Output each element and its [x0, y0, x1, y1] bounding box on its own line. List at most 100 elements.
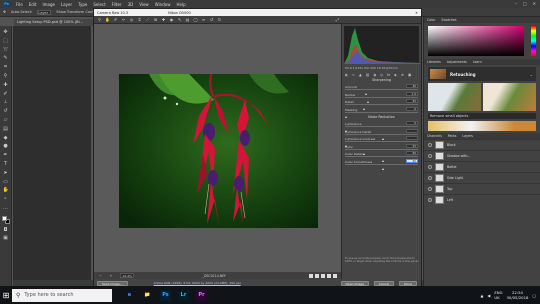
- crop-tool-icon[interactable]: ⌗: [3, 64, 9, 70]
- done-button[interactable]: Done: [399, 280, 417, 286]
- dodge-tool-icon[interactable]: ●: [3, 143, 9, 149]
- slider-value-input[interactable]: 40: [406, 84, 418, 88]
- lens-corrections-icon[interactable]: ◎: [380, 73, 384, 77]
- adjustment-brush-icon[interactable]: ✎: [177, 17, 182, 22]
- tone-curve-icon[interactable]: ∿: [352, 73, 356, 77]
- layer-row[interactable]: Black: [424, 139, 540, 150]
- auto-select-label[interactable]: Auto-Select:: [11, 10, 32, 14]
- graduated-filter-icon[interactable]: ▤: [185, 17, 190, 22]
- auto-select-dropdown[interactable]: Layer: [37, 9, 52, 15]
- rotate-left-icon[interactable]: ↺: [209, 17, 214, 22]
- color-sampler-tool-icon[interactable]: ✑: [121, 17, 126, 22]
- radial-filter-icon[interactable]: ◯: [193, 17, 198, 22]
- volume-icon[interactable]: ◀: [487, 293, 490, 298]
- history-brush-tool-icon[interactable]: ↺: [3, 108, 9, 114]
- windows-start-icon[interactable]: ⊞: [0, 286, 12, 304]
- language-indicator[interactable]: ENG UK: [494, 290, 502, 300]
- marquee-tool-icon[interactable]: ⬚: [3, 38, 9, 44]
- slider-thumb[interactable]: [381, 167, 384, 170]
- tab-layers[interactable]: Layers: [462, 134, 473, 138]
- white-balance-tool-icon[interactable]: ✐: [113, 17, 118, 22]
- menu-filter[interactable]: Filter: [112, 2, 122, 7]
- toggle-settings-icon[interactable]: [333, 273, 337, 278]
- tab-adjustments[interactable]: Adjustments: [447, 60, 467, 64]
- open-image-button[interactable]: Open Image: [340, 280, 369, 286]
- shape-tool-icon[interactable]: ▭: [3, 179, 9, 185]
- slider-track[interactable]: [345, 111, 418, 118]
- taskbar-search[interactable]: ⚲ Type here to search: [12, 288, 112, 302]
- slider-track[interactable]: [345, 89, 418, 95]
- view-single-icon[interactable]: [309, 273, 313, 278]
- slider-value-input[interactable]: [406, 128, 418, 133]
- workflow-options-link[interactable]: Adobe RGB (1998); 8 bit; 6000 by 4000 (2…: [154, 281, 241, 285]
- color-picker[interactable]: [428, 26, 536, 56]
- zoom-out-icon[interactable]: −: [99, 274, 102, 278]
- hand-tool-icon[interactable]: ✋: [105, 17, 110, 22]
- camera-calibration-icon[interactable]: ◈: [394, 73, 398, 77]
- network-icon[interactable]: ▲: [480, 293, 483, 298]
- type-tool-icon[interactable]: T: [3, 161, 9, 167]
- detail-panel-icon[interactable]: ▲: [359, 73, 363, 77]
- clock[interactable]: 22:54 30/05/2018: [507, 290, 529, 300]
- slider-value-input[interactable]: 50: [406, 158, 418, 163]
- layer-row[interactable]: Bottle: [424, 161, 540, 172]
- visibility-eye-icon[interactable]: [428, 165, 432, 169]
- menu-file[interactable]: File: [16, 2, 23, 7]
- save-image-button[interactable]: Save Image...: [97, 280, 128, 286]
- visibility-eye-icon[interactable]: [428, 143, 432, 147]
- slider-value-input[interactable]: 25: [406, 99, 418, 103]
- hsl-panel-icon[interactable]: ▥: [366, 73, 370, 77]
- tab-learn[interactable]: Learn: [473, 60, 482, 64]
- file-explorer-icon[interactable]: 📁: [142, 290, 153, 301]
- slider-track[interactable]: [345, 141, 418, 147]
- quick-mask-icon[interactable]: ◘: [3, 227, 9, 233]
- premiere-app-icon[interactable]: Pr: [196, 289, 207, 301]
- learn-image-after[interactable]: [483, 83, 536, 111]
- move-tool-icon[interactable]: ✥: [3, 29, 9, 35]
- slider-track[interactable]: [345, 156, 418, 162]
- maximize-button[interactable]: □: [523, 1, 527, 6]
- tab-color[interactable]: Color: [427, 18, 435, 22]
- learn-retouching-card[interactable]: Retouching ⌄: [428, 67, 536, 81]
- move-tool-icon[interactable]: ✥: [3, 10, 6, 14]
- visibility-eye-icon[interactable]: [428, 198, 432, 202]
- visibility-eye-icon[interactable]: [428, 187, 432, 191]
- presets-icon[interactable]: ≡: [401, 73, 405, 77]
- menu-view[interactable]: View: [139, 2, 149, 7]
- layer-row[interactable]: Top: [424, 183, 540, 194]
- foreground-color-swatch[interactable]: [1, 215, 7, 221]
- color-field[interactable]: [428, 26, 524, 56]
- slider-thumb[interactable]: [345, 115, 347, 118]
- slider-track[interactable]: [345, 163, 418, 170]
- hue-slider[interactable]: [531, 26, 536, 56]
- tab-channels[interactable]: Channels: [427, 134, 442, 138]
- menu-window[interactable]: Window: [155, 2, 171, 7]
- pen-tool-icon[interactable]: ✒: [3, 152, 9, 158]
- quick-select-tool-icon[interactable]: ✎: [3, 55, 9, 61]
- red-eye-tool-icon[interactable]: ◉: [169, 17, 174, 22]
- tab-paths[interactable]: Paths: [448, 134, 457, 138]
- slider-track[interactable]: [345, 148, 418, 155]
- layer-row[interactable]: Side Light: [424, 172, 540, 183]
- slider-value-input[interactable]: 0: [406, 121, 418, 125]
- minimize-button[interactable]: –: [515, 1, 517, 6]
- photoshop-app-icon[interactable]: Ps: [160, 289, 171, 301]
- learn-image-before[interactable]: [428, 83, 481, 111]
- hand-tool-icon[interactable]: ✋: [3, 187, 9, 193]
- zoom-in-icon[interactable]: +: [110, 274, 113, 278]
- clone-stamp-tool-icon[interactable]: ⊥: [3, 99, 9, 105]
- slider-value-input[interactable]: 0: [406, 106, 418, 111]
- notifications-icon[interactable]: ▢: [532, 293, 536, 298]
- close-window-button[interactable]: ✕: [533, 1, 536, 6]
- straighten-tool-icon[interactable]: ⟋: [145, 17, 150, 22]
- brush-tool-icon[interactable]: ✐: [3, 91, 9, 97]
- crop-tool-icon[interactable]: ⌗: [137, 17, 142, 22]
- edge-app-icon[interactable]: e: [124, 290, 135, 301]
- close-icon[interactable]: ✕: [415, 11, 421, 15]
- lasso-tool-icon[interactable]: ➰: [3, 47, 9, 53]
- split-toning-icon[interactable]: ◑: [373, 73, 377, 77]
- zoom-tool-icon[interactable]: ⚲: [97, 17, 102, 22]
- zoom-level-select[interactable]: 12.4%: [120, 273, 135, 278]
- slider-value-input[interactable]: [406, 136, 418, 140]
- image-preview-area[interactable]: [94, 24, 341, 272]
